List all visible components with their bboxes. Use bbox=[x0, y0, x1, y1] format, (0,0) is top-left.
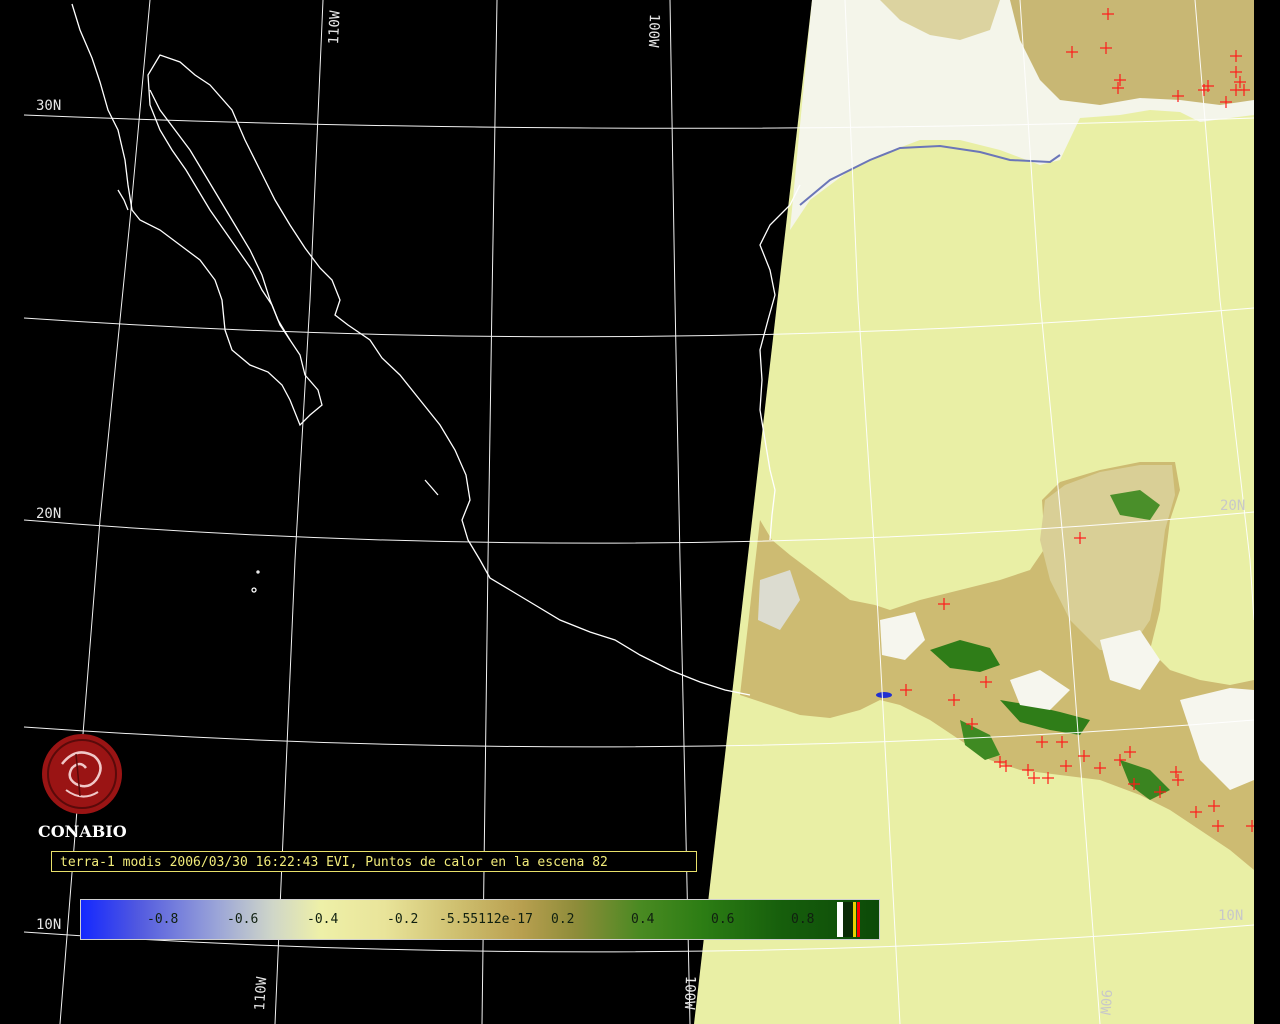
map-view: 30N 20N 10N 20N 10N 110W 100W 110W 100W … bbox=[0, 0, 1280, 1024]
lon-label-100w-top: 100W bbox=[644, 13, 662, 48]
colorbar-tick: -0.8 bbox=[147, 912, 179, 927]
lon-label-100w-bottom: 100W bbox=[680, 975, 698, 1010]
lat-label-10n: 10N bbox=[36, 917, 62, 933]
colorbar-tick: -5.55112e-17 bbox=[439, 912, 533, 927]
colorbar-swatch-black bbox=[843, 902, 853, 937]
coastlines bbox=[71, 3, 801, 696]
lon-label-110w-bottom: 110W bbox=[252, 976, 271, 1012]
conabio-logo-text: CONABIO bbox=[38, 822, 127, 841]
colorbar-tick: -0.6 bbox=[227, 912, 259, 927]
colorbar-swatch-red bbox=[857, 902, 860, 937]
lat-label-20n: 20N bbox=[36, 506, 62, 522]
lat-label-20n-east: 20N bbox=[1220, 498, 1246, 514]
scene-caption: terra-1 modis 2006/03/30 16:22:43 EVI, P… bbox=[51, 851, 697, 872]
lat-label-30n: 30N bbox=[36, 98, 62, 114]
right-edge-strip bbox=[1254, 0, 1280, 1024]
lon-label-90w-bottom: 90W bbox=[1096, 988, 1114, 1016]
colorbar-swatch-yellow bbox=[853, 902, 856, 937]
colorbar-tick: 0.8 bbox=[791, 912, 815, 927]
colorbar-tick: 0.2 bbox=[551, 912, 575, 927]
colorbar-tick: 0.4 bbox=[631, 912, 655, 927]
evi-colorbar: -0.8 -0.6 -0.4 -0.2 -5.55112e-17 0.2 0.4… bbox=[80, 899, 880, 940]
colorbar-tick: -0.2 bbox=[387, 912, 419, 927]
lat-label-10n-east: 10N bbox=[1218, 908, 1244, 924]
colorbar-tick: 0.6 bbox=[711, 912, 735, 927]
lon-label-110w-top: 110W bbox=[326, 10, 344, 45]
conabio-logo-icon bbox=[42, 734, 122, 814]
colorbar-tick: -0.4 bbox=[307, 912, 339, 927]
lake bbox=[876, 692, 892, 698]
